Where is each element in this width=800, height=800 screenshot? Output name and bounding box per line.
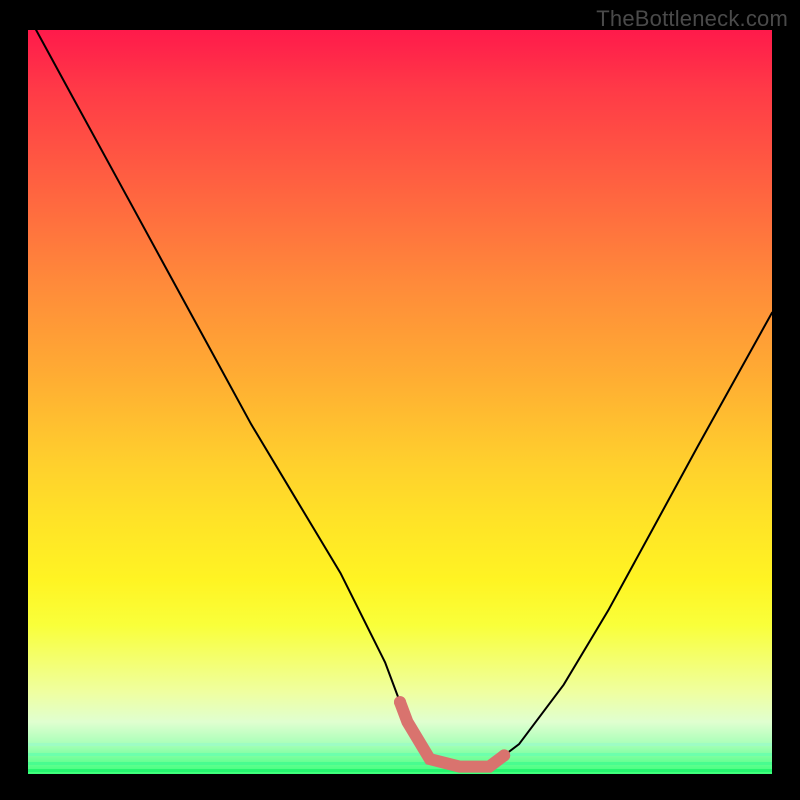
plot-area	[28, 30, 772, 774]
curve-layer	[28, 30, 772, 774]
highlight-endpoint-left	[394, 696, 406, 708]
highlight-endpoint-right	[498, 749, 510, 761]
chart-frame: TheBottleneck.com	[0, 0, 800, 800]
watermark-text: TheBottleneck.com	[596, 6, 788, 32]
bottleneck-curve	[28, 30, 772, 767]
optimal-highlight	[400, 702, 504, 767]
